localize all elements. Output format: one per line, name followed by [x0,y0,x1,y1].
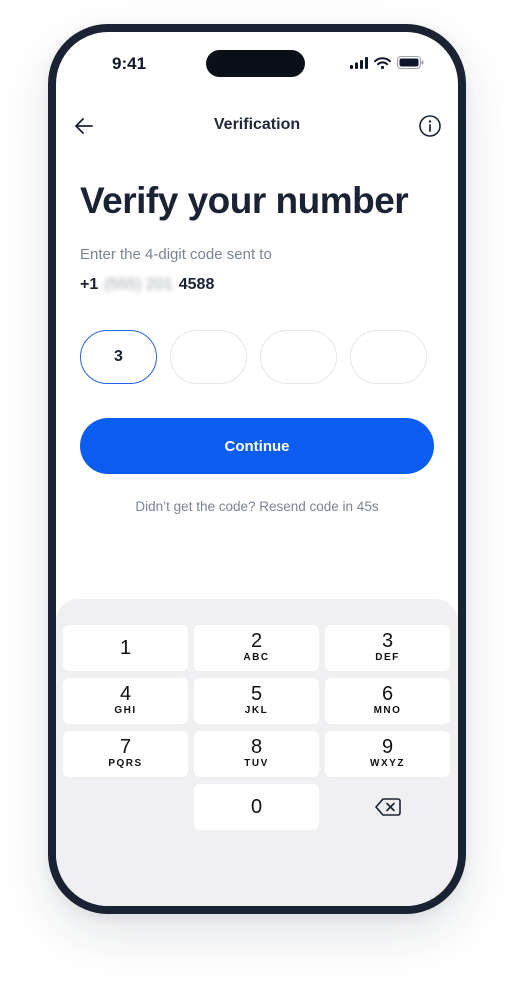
key-letters: TUV [244,758,269,769]
key-0[interactable]: 0 [194,784,319,830]
wifi-icon [374,56,391,69]
key-9[interactable]: 9 WXYZ [325,731,450,777]
phone-screen: 9:41 Verification Verify your number Ent… [56,32,458,906]
backspace-icon [374,798,401,816]
phone-masked: (555) 201 [104,276,173,293]
delete-key[interactable] [325,784,450,830]
dynamic-island [206,50,305,77]
key-letters: JKL [244,705,269,716]
continue-button[interactable]: Continue [80,418,434,474]
key-letters: PQRS [108,758,143,769]
phone-suffix: 4588 [178,276,215,293]
key-number: 9 [381,736,394,758]
nav-title: Verification [213,116,301,133]
key-number: 3 [381,630,394,652]
key-8[interactable]: 8 TUV [194,731,319,777]
key-number: 5 [250,683,263,705]
key-letters: ABC [243,652,270,663]
battery-icon [397,56,424,69]
resend-text[interactable]: Didn’t get the code? Resend code in 45s [56,499,458,514]
key-2[interactable]: 2 ABC [194,625,319,671]
signal-icon [350,56,368,69]
key-number: 7 [119,736,132,758]
key-4[interactable]: 4 GHI [63,678,188,724]
key-number: 1 [119,637,132,659]
key-number: 0 [250,796,263,818]
code-digit-4[interactable] [350,330,427,384]
key-letters: GHI [114,705,137,716]
instruction-text: Enter the 4-digit code sent to [80,246,272,263]
phone-number: +1 (555) 201 4588 [80,276,214,294]
status-time: 9:41 [112,54,147,73]
info-icon [419,115,441,137]
code-digit-3[interactable] [260,330,337,384]
key-7[interactable]: 7 PQRS [63,731,188,777]
key-number: 2 [250,630,263,652]
key-6[interactable]: 6 MNO [325,678,450,724]
phone-prefix: +1 [80,276,99,293]
key-5[interactable]: 5 JKL [194,678,319,724]
status-icons [350,56,424,69]
key-number: 8 [250,736,263,758]
code-digit-1[interactable]: 3 [80,330,157,384]
key-1[interactable]: 1 [63,625,188,671]
code-input-row: 3 [80,330,427,384]
key-letters: DEF [375,652,400,663]
page-title: Verify your number [80,180,409,221]
key-3[interactable]: 3 DEF [325,625,450,671]
key-letters: WXYZ [370,758,405,769]
numeric-keypad: 1 2 ABC 3 DEF 4 GHI 5 JKL 6 MNO 7 PQRS 8… [56,599,458,906]
key-letters: MNO [373,705,402,716]
key-number: 4 [119,683,132,705]
info-button[interactable] [418,114,442,138]
code-digit-2[interactable] [170,330,247,384]
stage: 9:41 Verification Verify your number Ent… [0,0,530,1002]
key-number: 6 [381,683,394,705]
